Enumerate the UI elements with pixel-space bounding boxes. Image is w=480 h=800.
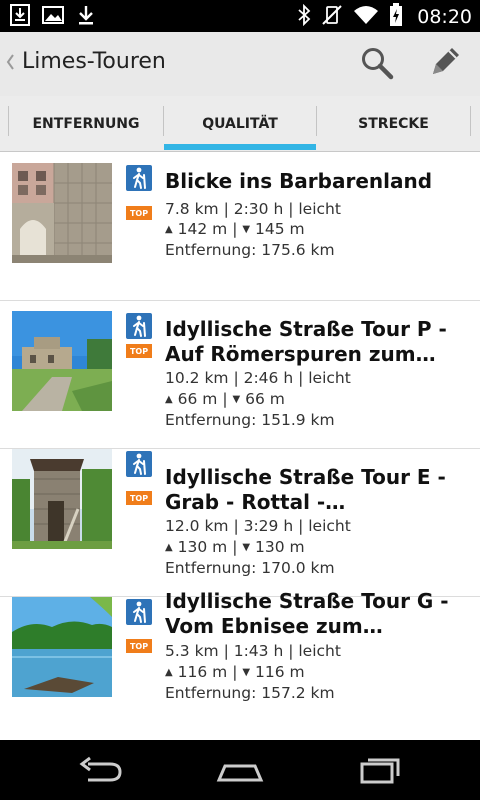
- wifi-icon: [353, 4, 379, 30]
- tour-distance: Entfernung: 157.2 km: [165, 684, 335, 702]
- search-icon[interactable]: [358, 44, 398, 84]
- tour-thumbnail: [12, 597, 112, 697]
- home-icon[interactable]: [216, 754, 264, 786]
- top-badge: TOP: [126, 491, 152, 505]
- list-item[interactable]: TOP Idyllische Straße Tour P - Auf Römer…: [0, 301, 480, 449]
- back-icon[interactable]: [76, 754, 124, 786]
- top-badge: TOP: [126, 639, 152, 653]
- descent-icon: ▼: [242, 224, 251, 235]
- ascent-icon: ▲: [165, 542, 173, 553]
- tour-ascent: 142 m: [177, 220, 228, 238]
- navigation-bar: [0, 740, 480, 800]
- tour-elevation: ▲ 142 m | ▼ 145 m: [165, 220, 305, 238]
- tour-elevation: ▲ 66 m | ▼ 66 m: [165, 390, 285, 408]
- descent-icon: ▼: [242, 542, 251, 553]
- status-bar: 08:20: [0, 0, 480, 32]
- tour-descent: 66 m: [245, 390, 285, 408]
- image-icon: [42, 4, 64, 30]
- ascent-icon: ▲: [165, 224, 173, 235]
- top-badge: TOP: [126, 344, 152, 358]
- ascent-icon: ▲: [165, 667, 173, 678]
- tour-stats: 7.8 km | 2:30 h | leicht: [165, 200, 341, 218]
- tour-distance: Entfernung: 151.9 km: [165, 411, 335, 429]
- descent-icon: ▼: [232, 394, 241, 405]
- status-time: 08:20: [417, 6, 472, 28]
- tour-ascent: 116 m: [177, 663, 228, 681]
- tour-ascent: 130 m: [177, 538, 228, 556]
- top-badge: TOP: [126, 206, 152, 220]
- vibrate-off-icon: [321, 4, 343, 30]
- list-item[interactable]: TOP Idyllische Straße Tour E - Grab - Ro…: [0, 449, 480, 597]
- tour-stats: 10.2 km | 2:46 h | leicht: [165, 369, 351, 387]
- up-caret-icon[interactable]: [4, 52, 16, 76]
- action-bar: Limes-Touren: [0, 32, 480, 96]
- tour-thumbnail: [12, 311, 112, 411]
- hiking-icon: [126, 313, 152, 339]
- tour-stats: 5.3 km | 1:43 h | leicht: [165, 642, 341, 660]
- download-icon: [76, 4, 96, 30]
- tour-thumbnail: [12, 449, 112, 549]
- hiking-icon: [126, 599, 152, 625]
- pencil-icon[interactable]: [425, 42, 465, 82]
- tab-strecke[interactable]: STRECKE: [317, 96, 470, 152]
- tour-title: Idyllische Straße Tour P - Auf Römerspur…: [165, 317, 447, 366]
- tour-thumbnail: [12, 163, 112, 263]
- tab-entfernung[interactable]: ENTFERNUNG: [9, 96, 163, 152]
- battery-icon: [389, 3, 403, 31]
- tour-descent: 145 m: [254, 220, 305, 238]
- recent-apps-icon[interactable]: [356, 754, 404, 786]
- tour-distance: Entfernung: 170.0 km: [165, 559, 335, 577]
- tour-distance: Entfernung: 175.6 km: [165, 241, 335, 259]
- tab-bar: ENTFERNUNG QUALITÄT STRECKE: [0, 96, 480, 152]
- download-box-icon: [10, 4, 30, 30]
- ascent-icon: ▲: [165, 394, 173, 405]
- selected-tab-indicator: [164, 144, 316, 150]
- tour-ascent: 66 m: [177, 390, 218, 408]
- list-item[interactable]: TOP Blicke ins Barbarenland 7.8 km | 2:3…: [0, 153, 480, 301]
- bluetooth-icon: [297, 3, 311, 30]
- tour-title: Idyllische Straße Tour E - Grab - Rottal…: [165, 465, 446, 514]
- descent-icon: ▼: [242, 667, 251, 678]
- tour-elevation: ▲ 130 m | ▼ 130 m: [165, 538, 305, 556]
- app-title[interactable]: Limes-Touren: [22, 49, 166, 74]
- tour-elevation: ▲ 116 m | ▼ 116 m: [165, 663, 305, 681]
- tab-divider: [470, 106, 471, 136]
- list-item[interactable]: TOP Idyllische Straße Tour G - Vom Ebnis…: [0, 589, 480, 745]
- tour-title: Blicke ins Barbarenland: [165, 169, 433, 193]
- tour-title: Idyllische Straße Tour G - Vom Ebnisee z…: [165, 589, 449, 638]
- tour-descent: 130 m: [254, 538, 305, 556]
- hiking-icon: [126, 451, 152, 477]
- hiking-icon: [126, 165, 152, 191]
- tour-descent: 116 m: [254, 663, 305, 681]
- tour-stats: 12.0 km | 3:29 h | leicht: [165, 517, 351, 535]
